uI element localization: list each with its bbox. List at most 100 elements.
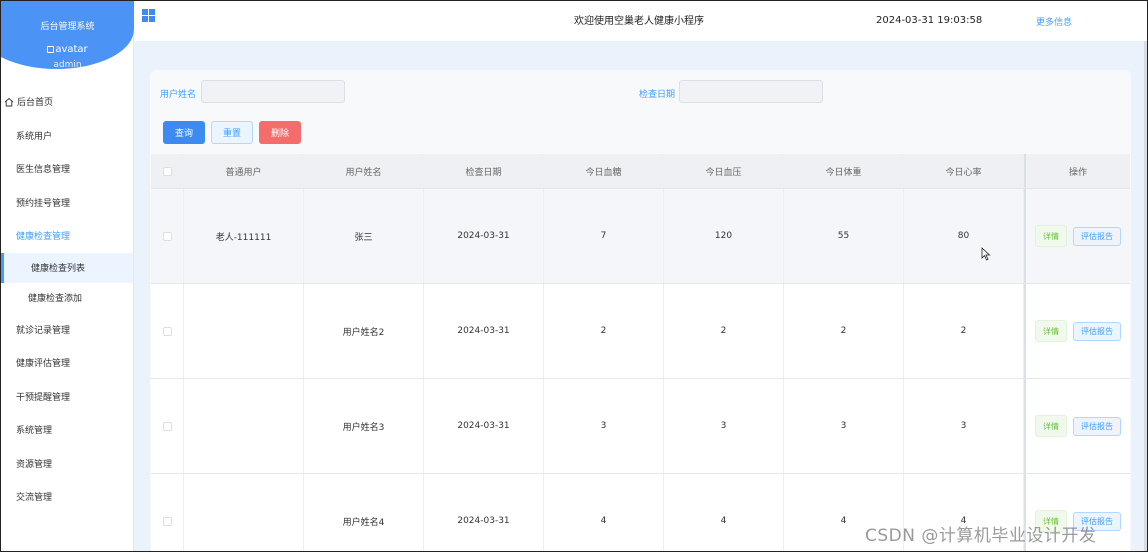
cell-blood-sugar: 4	[544, 474, 664, 551]
table-header-row: 普通用户 用户姓名 检查日期 今日血糖 今日血压 今日体重 今日心率 操作	[151, 154, 1130, 189]
cell-check-date: 2024-03-31	[424, 474, 544, 551]
app-window: 后台管理系统 avatar admin 后台首页 系统用户 医生信息管理 预约挂…	[0, 0, 1148, 552]
sidebar-subitem-health-check-list[interactable]: 健康检查列表	[1, 252, 133, 283]
row-select-cell	[151, 474, 184, 551]
sidebar: 后台管理系统 avatar admin 后台首页 系统用户 医生信息管理 预约挂…	[1, 1, 134, 551]
column-header[interactable]: 检查日期	[424, 154, 544, 188]
sidebar-item-doctor-info[interactable]: 医生信息管理	[1, 152, 133, 186]
assessment-report-button[interactable]: 评估报告	[1073, 416, 1121, 436]
health-check-table: 普通用户 用户姓名 检查日期 今日血糖 今日血压 今日体重 今日心率 操作 老人…	[151, 154, 1130, 551]
cell-operations: 详情 评估报告	[1024, 189, 1130, 283]
sidebar-menu: 后台首页 系统用户 医生信息管理 预约挂号管理 健康检查管理 健康检查列表 健康…	[1, 85, 133, 514]
cell-username: 用户姓名4	[304, 474, 424, 551]
detail-button[interactable]: 详情	[1035, 415, 1067, 437]
cell-weight: 55	[784, 189, 904, 283]
mouse-cursor-icon	[981, 247, 991, 261]
welcome-title: 欢迎使用空巢老人健康小程序	[574, 16, 704, 27]
sidebar-item-visit-records[interactable]: 就诊记录管理	[1, 313, 133, 347]
cell-blood-sugar: 3	[544, 379, 664, 473]
cell-blood-pressure: 4	[664, 474, 784, 551]
cell-heart-rate: 2	[904, 284, 1024, 378]
cell-check-date: 2024-03-31	[424, 284, 544, 378]
sidebar-item-intervention-reminders[interactable]: 干预提醒管理	[1, 380, 133, 414]
cell-username: 张三	[304, 189, 424, 283]
column-header[interactable]: 今日血糖	[544, 154, 664, 188]
sidebar-item-label: 后台首页	[17, 98, 54, 109]
table-row[interactable]: 用户姓名2 2024-03-31 2 2 2 2 详情 评估报告	[151, 284, 1130, 379]
username: admin	[53, 60, 82, 70]
grid-cell	[142, 16, 148, 22]
sidebar-item-appointments[interactable]: 预约挂号管理	[1, 186, 133, 220]
sidebar-item-label: 健康检查列表	[31, 264, 86, 274]
username-input[interactable]	[201, 80, 345, 103]
more-info-link[interactable]: 更多信息	[1036, 15, 1072, 28]
cell-weight: 2	[784, 284, 904, 378]
column-header[interactable]: 今日体重	[784, 154, 904, 188]
row-select-cell	[151, 284, 184, 378]
sidebar-item-label: 预约挂号管理	[16, 198, 71, 209]
current-datetime: 2024-03-31 19:03:58	[876, 15, 983, 26]
brand-area: 后台管理系统 avatar admin	[1, 1, 134, 70]
sidebar-item-home[interactable]: 后台首页	[1, 85, 133, 119]
row-checkbox[interactable]	[162, 516, 172, 526]
username-label: 用户姓名	[160, 90, 197, 100]
sidebar-item-label: 健康检查管理	[16, 232, 71, 243]
sidebar-item-health-assessment[interactable]: 健康评估管理	[1, 346, 133, 380]
sidebar-item-system-users[interactable]: 系统用户	[1, 119, 133, 153]
query-button[interactable]: 查询	[163, 121, 205, 144]
sidebar-item-health-check[interactable]: 健康检查管理	[1, 219, 133, 253]
column-header[interactable]: 用户姓名	[304, 154, 424, 188]
menu-grid-icon[interactable]	[142, 9, 155, 22]
row-checkbox[interactable]	[162, 231, 172, 241]
grid-cell	[142, 9, 148, 15]
vertical-scrollbar[interactable]	[1144, 41, 1147, 551]
cell-heart-rate: 3	[904, 379, 1024, 473]
detail-button[interactable]: 详情	[1035, 320, 1067, 342]
check-date-input[interactable]	[679, 80, 823, 103]
top-header: 欢迎使用空巢老人健康小程序 2024-03-31 19:03:58 更多信息	[134, 1, 1147, 41]
table-row[interactable]: 用户姓名3 2024-03-31 3 3 3 3 详情 评估报告	[151, 379, 1130, 474]
delete-button[interactable]: 删除	[259, 121, 301, 144]
sidebar-item-system-management[interactable]: 系统管理	[1, 413, 133, 447]
cell-operations: 详情 评估报告	[1024, 284, 1130, 378]
column-header[interactable]: 今日心率	[904, 154, 1024, 188]
grid-cell	[149, 16, 155, 22]
sidebar-item-communication[interactable]: 交流管理	[1, 480, 133, 514]
cell-normal-user	[184, 474, 304, 551]
row-checkbox[interactable]	[162, 421, 172, 431]
broken-image-icon	[47, 46, 55, 53]
cell-normal-user	[184, 284, 304, 378]
row-select-cell	[151, 189, 184, 283]
assessment-report-button[interactable]: 评估报告	[1073, 226, 1121, 246]
sidebar-subitem-health-check-add[interactable]: 健康检查添加	[1, 283, 133, 313]
select-all-checkbox[interactable]	[162, 166, 172, 176]
cell-weight: 3	[784, 379, 904, 473]
avatar-alt-text: avatar	[55, 44, 88, 55]
sidebar-item-resources[interactable]: 资源管理	[1, 447, 133, 481]
sidebar-item-label: 干预提醒管理	[16, 392, 71, 403]
assessment-report-button[interactable]: 评估报告	[1073, 321, 1121, 341]
avatar[interactable]: avatar	[1, 44, 134, 55]
cell-username: 用户姓名3	[304, 379, 424, 473]
table-row[interactable]: 老人-111111 张三 2024-03-31 7 120 55 80 详情 评…	[151, 189, 1130, 284]
cell-blood-sugar: 7	[544, 189, 664, 283]
row-select-cell	[151, 379, 184, 473]
cell-blood-pressure: 2	[664, 284, 784, 378]
cell-normal-user: 老人-111111	[184, 189, 304, 283]
cell-operations: 详情 评估报告	[1024, 379, 1130, 473]
sidebar-item-label: 系统管理	[16, 426, 53, 437]
sidebar-item-label: 医生信息管理	[16, 165, 71, 176]
sidebar-item-label: 系统用户	[16, 131, 53, 142]
main-content: 用户姓名 检查日期 查询 重置 删除 普通用户 用户姓名 检查日期 今日血糖 今…	[134, 41, 1147, 551]
csdn-watermark: CSDN @计算机毕业设计开发	[865, 526, 1097, 546]
sidebar-item-label: 健康检查添加	[28, 294, 83, 304]
reset-button[interactable]: 重置	[211, 121, 253, 144]
row-checkbox[interactable]	[162, 326, 172, 336]
sidebar-item-label: 健康评估管理	[16, 359, 71, 370]
column-header[interactable]: 今日血压	[664, 154, 784, 188]
column-header[interactable]: 普通用户	[184, 154, 304, 188]
home-icon	[4, 97, 14, 107]
cell-check-date: 2024-03-31	[424, 189, 544, 283]
brand-title: 后台管理系统	[40, 22, 95, 32]
detail-button[interactable]: 详情	[1035, 225, 1067, 247]
